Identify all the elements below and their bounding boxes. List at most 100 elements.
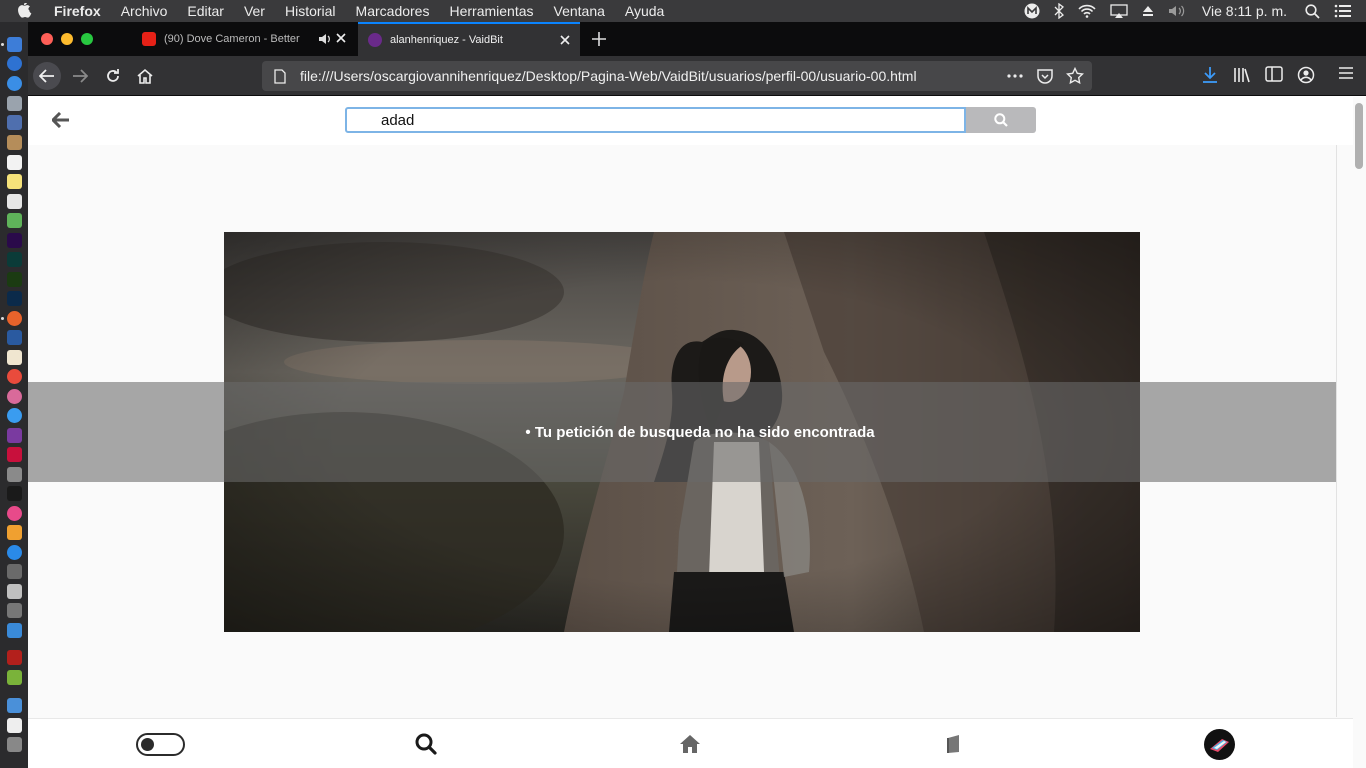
photoshop-icon[interactable] xyxy=(7,291,22,306)
utilities-icon[interactable] xyxy=(7,467,22,482)
vscode-icon[interactable] xyxy=(7,330,22,345)
volume-icon[interactable] xyxy=(1168,4,1188,18)
audition-icon[interactable] xyxy=(7,252,22,267)
menu-ayuda[interactable]: Ayuda xyxy=(625,3,664,19)
finder-icon[interactable] xyxy=(7,37,22,52)
zoom-window-button[interactable] xyxy=(81,33,93,45)
terminal-icon[interactable] xyxy=(7,486,22,501)
library-icon[interactable] xyxy=(1233,66,1251,84)
premiere-icon[interactable] xyxy=(7,233,22,248)
airplay-icon[interactable] xyxy=(1110,4,1128,18)
maps-icon[interactable] xyxy=(7,213,22,228)
search-icon[interactable] xyxy=(414,732,438,756)
search-button[interactable] xyxy=(966,107,1036,133)
photos-icon[interactable] xyxy=(7,389,22,404)
notes-icon[interactable] xyxy=(7,174,22,189)
new-tab-button[interactable] xyxy=(590,30,608,48)
search-icon xyxy=(994,113,1008,127)
hamburger-menu-icon[interactable] xyxy=(1338,66,1354,80)
app-store-icon[interactable] xyxy=(7,545,22,560)
address-bar[interactable]: file:///Users/oscargiovannihenriquez/Des… xyxy=(262,61,1092,91)
dreamweaver-icon[interactable] xyxy=(7,272,22,287)
chrome-icon[interactable] xyxy=(7,369,22,384)
help-icon[interactable] xyxy=(7,603,22,618)
youtube-icon xyxy=(142,32,156,46)
downloads-folder-icon[interactable] xyxy=(7,698,22,713)
reminders-icon[interactable] xyxy=(7,194,22,209)
account-icon[interactable] xyxy=(1297,66,1315,84)
menubar-clock[interactable]: Vie 8:11 p. m. xyxy=(1202,3,1287,19)
minimize-window-button[interactable] xyxy=(61,33,73,45)
menu-ver[interactable]: Ver xyxy=(244,3,265,19)
close-tab-icon[interactable] xyxy=(558,33,572,47)
url-text[interactable]: file:///Users/oscargiovannihenriquez/Des… xyxy=(300,68,1020,84)
bottom-navigation xyxy=(28,718,1353,768)
pocket-icon[interactable] xyxy=(1036,67,1054,85)
rocket-icon[interactable] xyxy=(7,96,22,111)
launchpad-icon[interactable] xyxy=(7,56,22,71)
firefox-icon[interactable] xyxy=(7,311,22,326)
bookmark-star-icon[interactable] xyxy=(1066,67,1084,85)
menu-herramientas[interactable]: Herramientas xyxy=(449,3,533,19)
close-window-button[interactable] xyxy=(41,33,53,45)
yelp-icon[interactable] xyxy=(7,447,22,462)
system-preferences-icon[interactable] xyxy=(7,564,22,579)
spotlight-search-icon[interactable] xyxy=(1305,3,1320,19)
document-icon[interactable] xyxy=(7,718,22,733)
arrow-left-icon[interactable] xyxy=(50,109,72,131)
page-icon[interactable] xyxy=(274,68,286,84)
menu-app-name[interactable]: Firefox xyxy=(54,3,101,19)
calendar-icon[interactable] xyxy=(7,155,22,170)
notification-center-icon[interactable] xyxy=(1334,4,1352,18)
home-button[interactable] xyxy=(131,62,159,90)
running-indicator xyxy=(1,43,4,46)
disk-utility-icon[interactable] xyxy=(7,584,22,599)
reload-button[interactable] xyxy=(99,62,127,90)
xcode-icon[interactable] xyxy=(7,428,22,443)
textedit-icon[interactable] xyxy=(7,350,22,365)
trash-icon[interactable] xyxy=(7,737,22,752)
search-input[interactable] xyxy=(345,107,966,133)
menu-historial[interactable]: Historial xyxy=(285,3,336,19)
bookmark-icon[interactable] xyxy=(942,732,966,756)
tab-title: alanhenriquez - VaidBit xyxy=(390,34,503,46)
close-tab-icon[interactable] xyxy=(334,31,348,45)
speaker-icon[interactable] xyxy=(318,32,332,49)
bluetooth-icon[interactable] xyxy=(1054,3,1064,19)
messages-icon[interactable] xyxy=(7,408,22,423)
wifi-icon[interactable] xyxy=(1078,4,1096,18)
books-icon[interactable] xyxy=(7,525,22,540)
dark-mode-toggle[interactable] xyxy=(136,733,185,756)
music-icon[interactable] xyxy=(7,506,22,521)
malwarebytes-icon[interactable] xyxy=(1024,3,1040,19)
page-actions-icon[interactable] xyxy=(1006,67,1024,85)
browser-forward-button[interactable] xyxy=(66,62,94,90)
web-page: • Tu petición de busqueda no ha sido enc… xyxy=(28,97,1366,768)
eject-icon[interactable] xyxy=(1142,5,1154,17)
tab-youtube[interactable]: (90) Dove Cameron - Better xyxy=(132,22,356,56)
menu-archivo[interactable]: Archivo xyxy=(121,3,168,19)
android-studio-icon[interactable] xyxy=(7,670,22,685)
preview-icon[interactable] xyxy=(7,115,22,130)
home-icon[interactable] xyxy=(678,732,702,756)
scrollbar-track[interactable] xyxy=(1353,97,1366,768)
filezilla-icon[interactable] xyxy=(7,650,22,665)
macos-dock xyxy=(0,22,28,768)
tab-vaidbit[interactable]: alanhenriquez - VaidBit xyxy=(358,22,580,56)
safari-icon[interactable] xyxy=(7,76,22,91)
menu-marcadores[interactable]: Marcadores xyxy=(356,3,430,19)
tab-bar: (90) Dove Cameron - Better alanhenriquez… xyxy=(28,22,1366,56)
sidebar-icon[interactable] xyxy=(1265,66,1283,82)
menu-ventana[interactable]: Ventana xyxy=(554,3,605,19)
browser-back-button[interactable] xyxy=(33,62,61,90)
toggle-knob xyxy=(141,738,154,751)
contacts-icon[interactable] xyxy=(7,135,22,150)
avatar[interactable] xyxy=(1204,729,1235,760)
script-editor-icon[interactable] xyxy=(7,623,22,638)
downloads-icon[interactable] xyxy=(1202,66,1218,84)
scrollbar-thumb[interactable] xyxy=(1355,103,1363,169)
running-indicator xyxy=(1,317,4,320)
menu-editar[interactable]: Editar xyxy=(187,3,224,19)
navigation-toolbar: file:///Users/oscargiovannihenriquez/Des… xyxy=(28,56,1366,96)
apple-icon[interactable] xyxy=(18,3,36,19)
